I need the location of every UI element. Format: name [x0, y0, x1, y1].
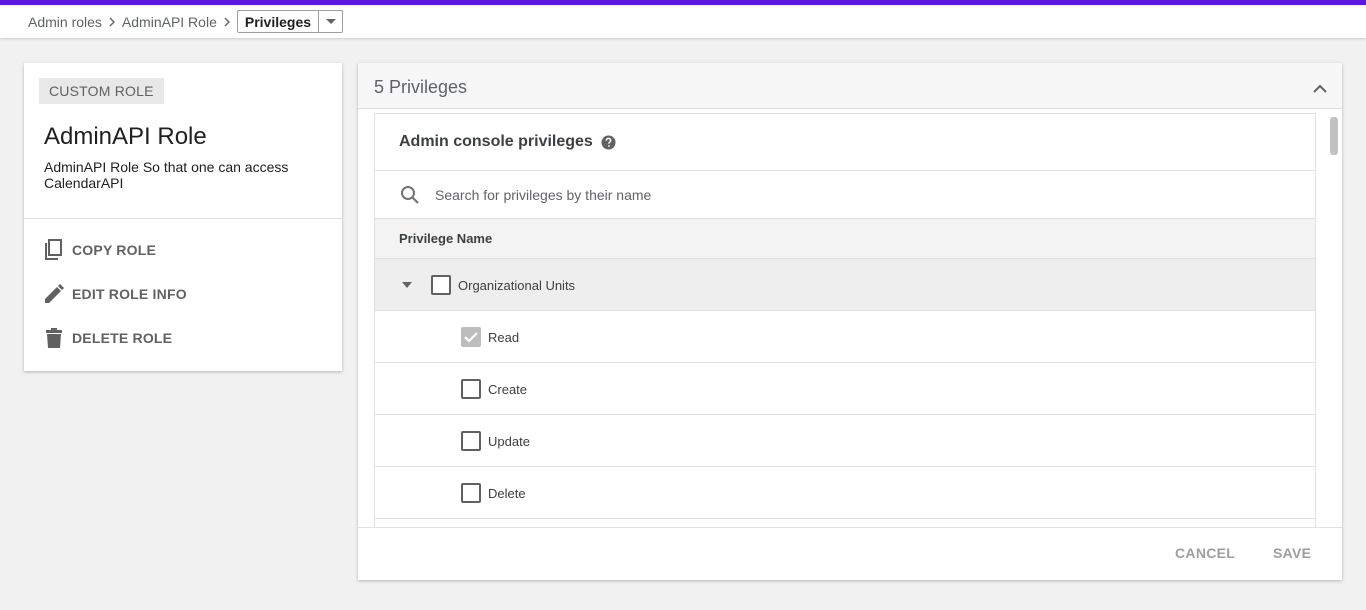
create-checkbox[interactable]: [461, 379, 481, 399]
table-row: Delete: [375, 467, 1315, 519]
help-icon[interactable]: [601, 135, 616, 150]
pencil-icon: [45, 284, 64, 303]
read-label: Read: [488, 330, 520, 345]
breadcrumb-dropdown-button[interactable]: [318, 11, 342, 32]
panel-title-row: Admin console privileges: [375, 114, 1315, 171]
scrollbar-track[interactable]: [1328, 109, 1342, 527]
privileges-count-title: 5 Privileges: [374, 77, 468, 97]
create-label: Create: [488, 382, 528, 397]
check-icon: [464, 332, 478, 343]
table-row: Update: [375, 415, 1315, 467]
role-info-card: CUSTOM ROLE AdminAPI Role AdminAPI Role …: [24, 63, 342, 371]
custom-role-chip: CUSTOM ROLE: [39, 78, 164, 104]
organizational-units-label: Organizational Units: [458, 278, 576, 293]
copy-role-button[interactable]: COPY ROLE: [44, 238, 156, 262]
privilege-search-input[interactable]: [435, 186, 1035, 203]
scrollbar-thumb[interactable]: [1330, 117, 1338, 155]
delete-role-label: DELETE ROLE: [72, 330, 173, 346]
breadcrumb-adminapi-role[interactable]: AdminAPI Role: [122, 14, 217, 30]
delete-checkbox[interactable]: [461, 483, 481, 503]
breadcrumb: Admin roles AdminAPI Role Privileges: [0, 5, 1366, 38]
cancel-button[interactable]: CANCEL: [1175, 545, 1235, 561]
copy-icon: [45, 239, 62, 260]
update-checkbox[interactable]: [461, 431, 481, 451]
privileges-scroll-area[interactable]: Admin console privileges Privilege N: [358, 109, 1342, 527]
collapse-button[interactable]: [1310, 78, 1330, 98]
chevron-up-icon: [1313, 84, 1327, 93]
read-checkbox[interactable]: [461, 327, 481, 347]
admin-console-privileges-panel: Admin console privileges Privilege N: [374, 113, 1316, 527]
privileges-card-footer: CANCEL SAVE: [358, 527, 1342, 580]
chevron-right-icon: [217, 16, 237, 28]
breadcrumb-current: Privileges: [236, 10, 344, 33]
organizational-units-checkbox[interactable]: [431, 275, 451, 295]
table-header: Privilege Name: [375, 219, 1315, 259]
save-button[interactable]: SAVE: [1273, 545, 1311, 561]
breadcrumb-privileges[interactable]: Privileges: [238, 11, 318, 32]
expand-arrow-icon[interactable]: [401, 279, 413, 291]
privileges-card-header: 5 Privileges: [358, 63, 1342, 109]
copy-role-label: COPY ROLE: [72, 242, 157, 258]
edit-role-info-label: EDIT ROLE INFO: [72, 286, 187, 302]
divider: [24, 218, 342, 219]
panel-title: Admin console privileges: [399, 133, 593, 150]
search-row: [375, 171, 1315, 219]
edit-role-info-button[interactable]: EDIT ROLE INFO: [44, 282, 187, 306]
delete-label: Delete: [488, 486, 526, 501]
update-label: Update: [488, 434, 530, 449]
search-icon: [401, 185, 419, 204]
table-row: Read: [375, 311, 1315, 363]
column-header-privilege-name[interactable]: Privilege Name: [399, 231, 492, 246]
delete-role-button[interactable]: DELETE ROLE: [44, 326, 172, 350]
table-row-group: Organizational Units: [375, 259, 1315, 311]
breadcrumb-admin-roles[interactable]: Admin roles: [28, 14, 102, 30]
caret-down-icon: [325, 18, 336, 24]
trash-icon: [46, 328, 62, 348]
table-row: Create: [375, 363, 1315, 415]
chevron-right-icon: [102, 16, 122, 28]
role-title: AdminAPI Role: [44, 123, 207, 150]
privileges-card: 5 Privileges Admin console privileges Se…: [358, 63, 1342, 580]
role-description: AdminAPI Role So that one can access Cal…: [44, 159, 289, 191]
